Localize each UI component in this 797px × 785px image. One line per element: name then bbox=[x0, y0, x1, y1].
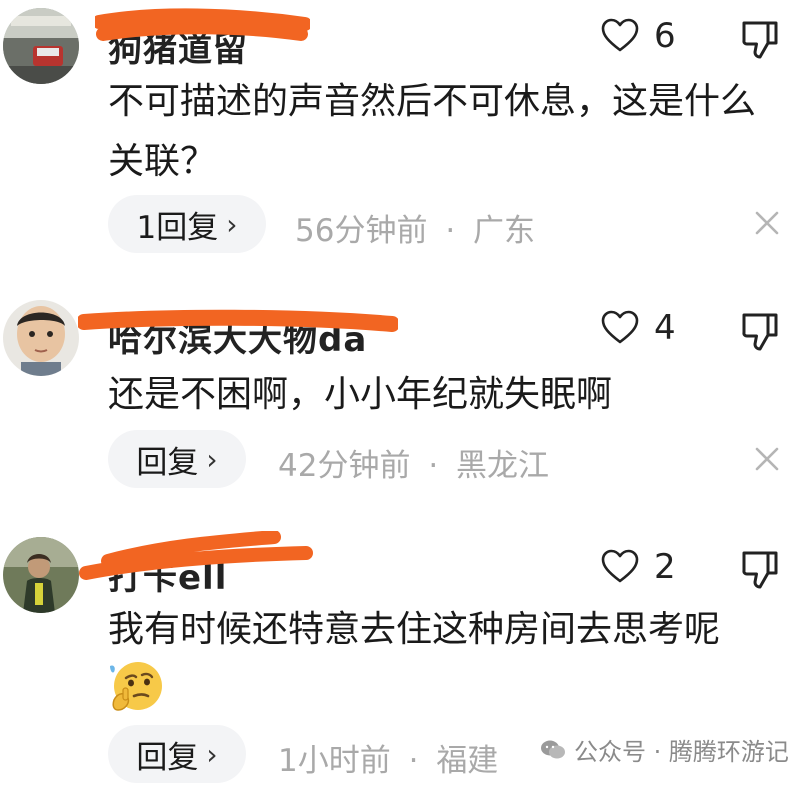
reply-label: 1回复 bbox=[136, 209, 219, 246]
avatar[interactable] bbox=[3, 537, 79, 613]
like-button[interactable]: 6 bbox=[600, 16, 676, 56]
timestamp: 42分钟前 bbox=[278, 448, 411, 484]
timestamp: 1小时前 bbox=[278, 743, 391, 779]
dislike-icon[interactable] bbox=[738, 309, 782, 353]
comment-meta: 56分钟前 · 广东 bbox=[295, 205, 535, 250]
comment-text: 还是不困啊，小小年纪就失眠啊 bbox=[108, 374, 613, 415]
comment-text: 不可描述的声音然后不可休息，这是什么关联？ bbox=[108, 81, 757, 182]
location: 黑龙江 bbox=[456, 448, 550, 484]
chevron-right-icon: › bbox=[226, 207, 238, 241]
chevron-right-icon: › bbox=[206, 442, 218, 476]
username[interactable]: 打卡ell bbox=[108, 550, 227, 599]
reply-label: 回复 bbox=[136, 739, 199, 776]
comment-meta: 42分钟前 · 黑龙江 bbox=[278, 440, 549, 485]
like-count: 6 bbox=[654, 16, 676, 56]
heart-icon bbox=[601, 18, 639, 52]
watermark-text: 公众号 · 腾腾环游记 bbox=[574, 738, 789, 766]
like-count: 2 bbox=[654, 547, 676, 587]
comment-item: 哈尔滨大大物da 4 还是不困啊，小小年纪就失眠啊 回复 › 42分钟前 · 黑… bbox=[0, 290, 797, 500]
comment-item: 狗猪道留 6 不可描述的声音然后不可休息，这是什么关联？ 1回复 › 56分钟前… bbox=[0, 0, 797, 270]
close-icon[interactable] bbox=[753, 209, 781, 237]
close-icon[interactable] bbox=[753, 445, 781, 473]
reply-button[interactable]: 1回复 › bbox=[108, 195, 266, 253]
heart-icon bbox=[601, 310, 639, 344]
dislike-icon[interactable] bbox=[738, 547, 782, 591]
username[interactable]: 狗猪道留 bbox=[108, 22, 248, 71]
username[interactable]: 哈尔滨大大物da bbox=[108, 312, 367, 361]
avatar-photo-street bbox=[3, 8, 79, 84]
reply-label: 回复 bbox=[136, 444, 199, 481]
separator: · bbox=[408, 743, 419, 779]
separator: · bbox=[445, 213, 456, 249]
comment-meta: 1小时前 · 福建 bbox=[278, 735, 498, 780]
dislike-icon[interactable] bbox=[738, 17, 782, 61]
reply-button[interactable]: 回复 › bbox=[108, 725, 246, 783]
watermark: 公众号 · 腾腾环游记 bbox=[540, 732, 789, 767]
reply-button[interactable]: 回复 › bbox=[108, 430, 246, 488]
avatar[interactable] bbox=[3, 300, 79, 376]
heart-icon bbox=[601, 549, 639, 583]
separator: · bbox=[428, 448, 439, 484]
timestamp: 56分钟前 bbox=[295, 213, 428, 249]
like-button[interactable]: 4 bbox=[600, 308, 676, 348]
thinking-face-emoji bbox=[110, 662, 162, 711]
location: 福建 bbox=[436, 743, 499, 779]
wechat-icon bbox=[541, 740, 565, 758]
avatar-photo-child bbox=[3, 300, 79, 376]
avatar-photo-outdoor bbox=[3, 537, 79, 613]
like-count: 4 bbox=[654, 308, 676, 348]
location: 广东 bbox=[473, 213, 536, 249]
avatar[interactable] bbox=[3, 8, 79, 84]
chevron-right-icon: › bbox=[206, 737, 218, 771]
like-button[interactable]: 2 bbox=[600, 547, 676, 587]
comment-text: 我有时候还特意去住这种房间去思考呢 bbox=[108, 609, 721, 650]
